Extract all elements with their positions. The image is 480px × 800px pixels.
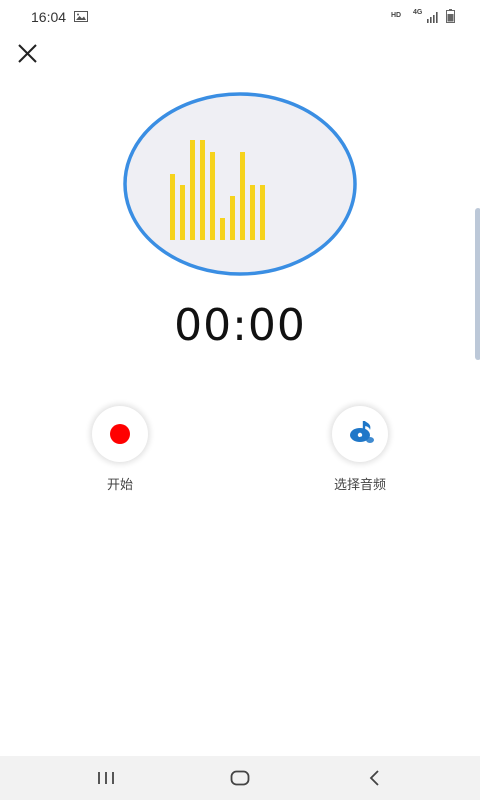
status-bar: 16:04 HD 4G xyxy=(0,0,480,34)
back-icon[interactable] xyxy=(354,764,394,792)
visualizer-bar xyxy=(170,174,175,240)
signal-icon xyxy=(427,12,438,23)
network-type-indicator: 4G xyxy=(413,9,423,16)
music-disc-icon xyxy=(350,421,374,443)
visualizer-bar xyxy=(210,152,215,240)
visualizer-bar xyxy=(260,185,265,240)
visualizer-bar xyxy=(230,196,235,240)
visualizer-bar xyxy=(220,218,225,240)
navigation-bar xyxy=(0,756,480,800)
close-icon[interactable] xyxy=(12,38,44,70)
start-button[interactable] xyxy=(92,406,148,462)
visualizer-bar xyxy=(200,140,205,240)
choose-audio-action[interactable]: 选择音频 xyxy=(300,406,420,493)
audio-visualizer xyxy=(123,92,357,276)
visualizer-bar xyxy=(240,152,245,240)
gallery-icon xyxy=(74,11,88,22)
hd-indicator: HD xyxy=(391,12,402,19)
status-time: 16:04 xyxy=(31,9,67,25)
record-icon xyxy=(110,424,130,444)
visualizer-bar xyxy=(190,140,195,240)
recent-apps-icon[interactable] xyxy=(86,764,126,792)
start-action[interactable]: 开始 xyxy=(60,406,180,493)
visualizer-bar xyxy=(250,185,255,240)
choose-audio-label: 选择音频 xyxy=(333,478,386,493)
battery-icon xyxy=(446,9,455,23)
home-icon[interactable] xyxy=(220,764,260,792)
recording-timer: 00:00 xyxy=(174,300,306,351)
visualizer-bar xyxy=(180,185,185,240)
choose-audio-button[interactable] xyxy=(332,406,388,462)
edge-panel-handle[interactable] xyxy=(475,208,480,360)
start-label: 开始 xyxy=(106,478,133,493)
